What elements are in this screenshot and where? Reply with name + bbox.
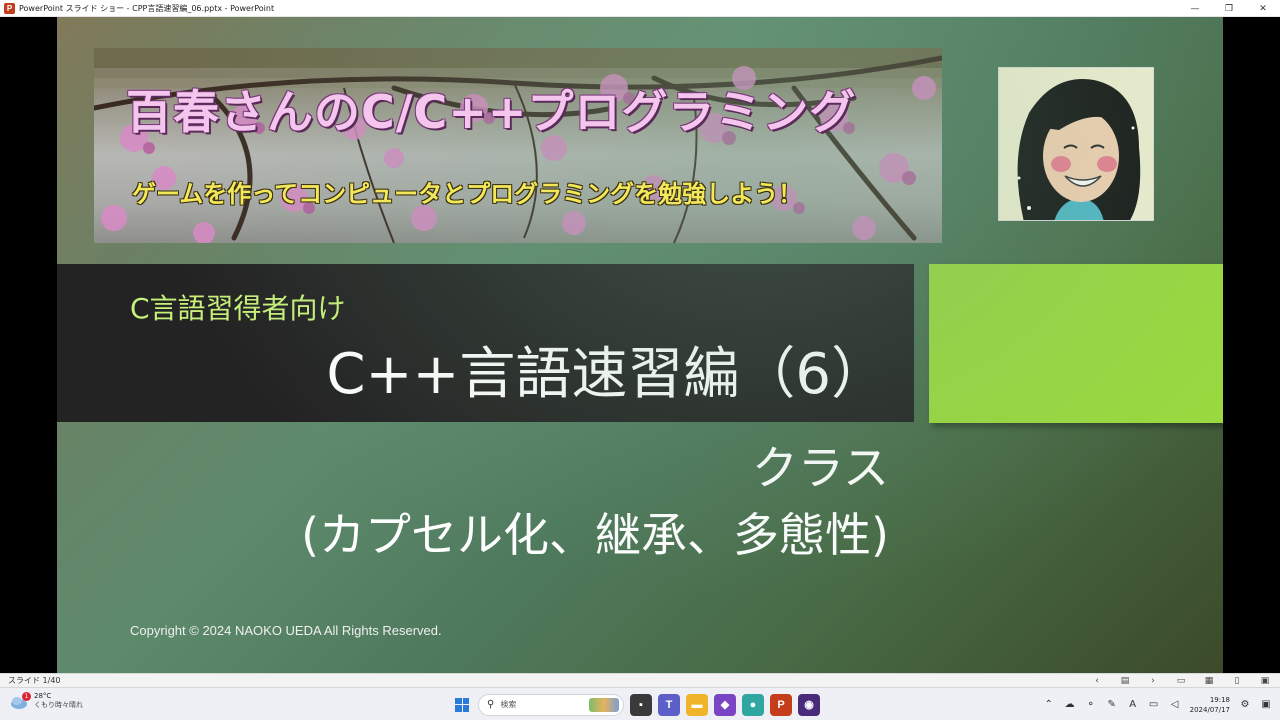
slide-menu-icon[interactable]: ▤ [1118, 676, 1132, 686]
search-icon: ⚲ [487, 699, 495, 710]
weather-widget[interactable]: 1 28°C くもり時々晴れ [10, 692, 83, 710]
windows-taskbar: 1 28°C くもり時々晴れ ⚲ 検索 ▪ T ▬ ◆ ● P ◉ ⌃ ☁ ⚬ … [0, 687, 1280, 720]
visual-studio-icon[interactable]: ◆ [714, 693, 736, 716]
clock-time: 19:18 [1209, 695, 1230, 704]
powerpoint-app-icon: P [4, 2, 15, 14]
letterbox-right [1223, 17, 1280, 673]
task-view-icon[interactable]: ▪ [630, 693, 652, 716]
copilot-icon[interactable]: ● [742, 693, 764, 716]
close-button[interactable]: ✕ [1246, 0, 1280, 17]
notification-badge: 1 [22, 692, 31, 701]
cloud-icon: 1 [10, 692, 31, 709]
system-tray: ⌃ ☁ ⚬ ✎ A ▭ ◁ 19:18 2024/07/17 ⚙ ▣ [1043, 688, 1280, 720]
onedrive-icon[interactable]: ☁ [1064, 699, 1076, 710]
clock-date: 2024/07/17 [1189, 705, 1230, 714]
slide-subtitle-line1: クラス [751, 441, 889, 495]
slide-title: C++言語速習編（6） [326, 342, 887, 407]
pen-icon[interactable]: ✎ [1106, 699, 1118, 710]
chevron-left-icon[interactable]: ‹ [1090, 676, 1104, 686]
slide-sorter-icon[interactable]: ▦ [1202, 676, 1216, 686]
window-titlebar: P PowerPoint スライド ショー - CPP言語速習編_06.pptx… [0, 0, 1280, 17]
banner-subtitle: ゲームを作ってコンピュータとプログラミングを勉強しよう！ [132, 180, 803, 208]
minimize-button[interactable]: — [1178, 0, 1212, 17]
window-title: PowerPoint スライド ショー - CPP言語速習編_06.pptx -… [19, 3, 275, 13]
restore-button[interactable]: ❐ [1212, 0, 1246, 17]
slide-counter: スライド 1/40 [8, 676, 61, 685]
search-highlight-icon [589, 697, 619, 712]
windows-start-icon[interactable] [452, 695, 472, 715]
volume-icon[interactable]: ◁ [1169, 699, 1181, 710]
file-explorer-icon[interactable]: ▬ [686, 693, 708, 716]
audience-label: C言語習得者向け [130, 292, 346, 325]
slide-canvas[interactable]: 百春さんのC/C++プログラミング ゲームを作ってコンピュータとプログラミングを… [57, 17, 1223, 673]
slide-subtitle-line2: (カプセル化、継承、多態性) [301, 508, 889, 562]
notification-icon[interactable]: ▣ [1260, 699, 1272, 710]
author-avatar [998, 67, 1154, 221]
reading-view-icon[interactable]: ▯ [1230, 676, 1244, 686]
copyright-notice: Copyright © 2024 NAOKO UEDA All Rights R… [130, 623, 442, 638]
taskbar-search[interactable]: ⚲ 検索 [478, 693, 624, 716]
letterbox-left [0, 17, 57, 673]
normal-view-icon[interactable]: ▭ [1174, 676, 1188, 686]
obs-icon[interactable]: ◉ [798, 693, 820, 716]
statusbar-controls: ‹ ▤ › ▭ ▦ ▯ ▣ [1090, 674, 1272, 688]
chevron-up-icon[interactable]: ⌃ [1043, 699, 1055, 710]
settings-icon[interactable]: ⚙ [1239, 699, 1251, 710]
teams-icon[interactable]: T [658, 693, 680, 716]
taskbar-clock[interactable]: 19:18 2024/07/17 [1190, 695, 1230, 715]
slideshow-statusbar: スライド 1/40 ‹ ▤ › ▭ ▦ ▯ ▣ [0, 673, 1280, 687]
green-accent-box [929, 264, 1223, 423]
powerpoint-taskbar-icon[interactable]: P [770, 693, 792, 716]
search-placeholder: 検索 [500, 700, 517, 709]
weather-temperature: 28°C [34, 692, 52, 700]
slideshow-icon[interactable]: ▣ [1258, 676, 1272, 686]
window-controls: — ❐ ✕ [1178, 0, 1280, 17]
microphone-icon[interactable]: ⚬ [1085, 699, 1097, 710]
ime-icon[interactable]: A [1127, 699, 1139, 710]
banner-title: 百春さんのC/C++プログラミング [126, 85, 857, 139]
network-icon[interactable]: ▭ [1148, 699, 1160, 710]
cherry-blossom-banner: 百春さんのC/C++プログラミング ゲームを作ってコンピュータとプログラミングを… [94, 48, 942, 243]
weather-description: くもり時々晴れ [34, 701, 83, 709]
taskbar-apps: ⚲ 検索 ▪ T ▬ ◆ ● P ◉ [452, 692, 820, 717]
chevron-right-icon[interactable]: › [1146, 676, 1160, 686]
author-caricature-image [999, 68, 1153, 220]
